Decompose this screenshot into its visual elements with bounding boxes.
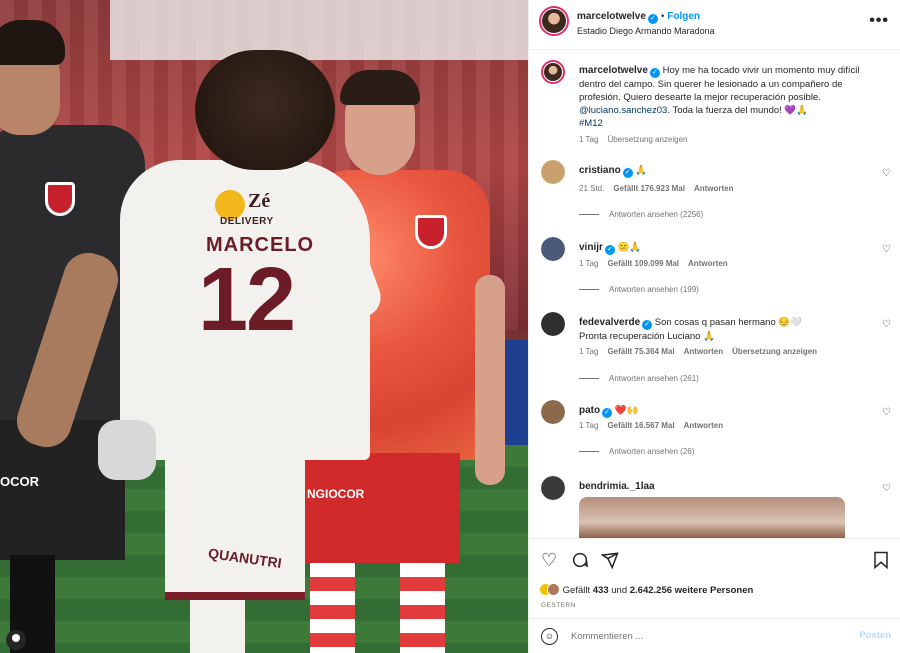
- jersey-sponsor: Zé: [248, 190, 271, 212]
- commenter-avatar[interactable]: [541, 312, 565, 336]
- verified-badge-icon: ✓: [649, 68, 660, 78]
- reply-button[interactable]: Antworten: [688, 259, 728, 268]
- translate-link[interactable]: Übersetzung anzeigen: [607, 135, 687, 144]
- caption-hashtag[interactable]: #M12: [579, 118, 603, 129]
- likes-count: 433: [592, 585, 609, 596]
- jersey-sponsor-sub: DELIVERY: [220, 216, 274, 227]
- author-username[interactable]: marcelotwelve: [577, 11, 646, 22]
- post-actions: ♡ Gefällt 433 und 2.642.256 weitere Pers…: [529, 538, 900, 618]
- commenter-avatar[interactable]: [541, 476, 565, 500]
- comment-likes[interactable]: Gefällt 176.923 Mal: [613, 184, 685, 193]
- commenter-avatar[interactable]: [541, 400, 565, 424]
- comment-age: 21 Std.: [579, 184, 605, 193]
- comment-input[interactable]: [571, 627, 831, 645]
- comment-meta: 1 Tag Gefällt 75.364 Mal Antworten Übersetz…: [579, 347, 826, 356]
- club-badge: [415, 215, 447, 249]
- post-date: GESTERN: [541, 602, 576, 609]
- likes-prefix: Gefällt: [562, 585, 593, 596]
- comment-meta: 21 Std. Gefällt 176.923 Mal Antworten: [579, 184, 743, 193]
- reply-button[interactable]: Antworten: [694, 184, 734, 193]
- caption-age: 1 Tag: [579, 135, 599, 144]
- post-side-panel: marcelotwelve ✓ • Folgen Estadio Diego Arma…: [528, 0, 900, 653]
- comment-like-icon[interactable]: ♡: [882, 407, 891, 418]
- comment-body: 🙏: [635, 165, 648, 176]
- comment-meta: 1 Tag Gefällt 109.099 Mal Antworten: [579, 259, 737, 268]
- comment-like-icon[interactable]: ♡: [882, 244, 891, 255]
- author-avatar[interactable]: [539, 6, 569, 36]
- caption-mention[interactable]: @luciano.sanchez03: [579, 105, 667, 116]
- comment-like-icon[interactable]: ♡: [882, 319, 891, 330]
- white-player-figure: Zé DELIVERY MARCELO 12 QUANUTRI: [10, 50, 387, 653]
- follow-button[interactable]: Folgen: [667, 11, 700, 22]
- emoji-icon[interactable]: ☺: [541, 628, 558, 645]
- view-replies-button[interactable]: Antworten ansehen (261): [579, 374, 699, 383]
- likes-summary[interactable]: Gefällt 433 und 2.642.256 weitere Person…: [539, 583, 753, 596]
- comment-age: 1 Tag: [579, 347, 599, 356]
- avatar-fill: [541, 160, 565, 184]
- author-avatar[interactable]: [541, 60, 565, 84]
- commenter-username[interactable]: fedevalverde: [579, 317, 640, 328]
- location-link[interactable]: Estadio Diego Armando Maradona: [577, 26, 715, 36]
- caption-username[interactable]: marcelotwelve: [579, 65, 648, 76]
- reply-button[interactable]: Antworten: [684, 347, 724, 356]
- commenter-username[interactable]: bendrimia._1laa: [579, 481, 655, 492]
- comment-age: 1 Tag: [579, 421, 599, 430]
- comment-text: bendrimia._1laa: [579, 480, 871, 493]
- comment-likes[interactable]: Gefällt 75.364 Mal: [607, 347, 674, 356]
- heart-outline-icon[interactable]: ♡: [541, 551, 557, 569]
- post-comment-button[interactable]: Posten: [859, 630, 891, 641]
- reply-button[interactable]: Antworten: [684, 421, 724, 430]
- comment-like-icon[interactable]: ♡: [882, 168, 891, 179]
- comment-composer: ☺ Posten: [529, 618, 900, 653]
- commenter-username[interactable]: pato: [579, 405, 600, 416]
- separator-dot: •: [660, 11, 665, 22]
- view-replies-button[interactable]: Antworten ansehen (199): [579, 285, 699, 294]
- verified-badge-icon: ✓: [647, 14, 658, 24]
- comment-likes[interactable]: Gefällt 16.567 Mal: [607, 421, 674, 430]
- caption-body-2: . Toda la fuerza del mundo! 💜🙏: [667, 105, 809, 116]
- caption-meta: 1 Tag Übersetzung anzeigen: [579, 135, 697, 144]
- view-replies-button[interactable]: Antworten ansehen (2256): [579, 210, 703, 219]
- red-shorts-sponsor: NGIOCOR: [307, 487, 365, 501]
- verified-badge-icon: ✓: [642, 320, 653, 330]
- likes-others[interactable]: 2.642.256 weitere Personen: [630, 585, 754, 596]
- comment-text: fedevalverde ✓ Son cosas q pasan hermano …: [579, 316, 871, 343]
- comment-image[interactable]: [579, 497, 845, 538]
- verified-badge-icon: ✓: [602, 408, 613, 418]
- black-shorts-sponsor: OCOR: [0, 474, 39, 489]
- comment-like-icon[interactable]: ♡: [882, 483, 891, 494]
- view-replies-button[interactable]: Antworten ansehen (26): [579, 447, 694, 456]
- likes-mid: und: [608, 585, 630, 596]
- commenter-username[interactable]: cristiano: [579, 165, 621, 176]
- comment-body: 😕🙏: [617, 242, 642, 253]
- bookmark-icon[interactable]: [873, 551, 889, 572]
- comment-meta: 1 Tag Gefällt 16.567 Mal Antworten: [579, 421, 732, 430]
- comment-text: pato ✓ ❤️🙌: [579, 404, 871, 418]
- comments-list[interactable]: marcelotwelve ✓ Hoy me ha tocado vivir un…: [529, 50, 900, 538]
- translate-link[interactable]: Übersetzung anzeigen: [732, 347, 817, 356]
- comment-age: 1 Tag: [579, 259, 599, 268]
- liker-avatar: [547, 583, 560, 596]
- comment-text: cristiano ✓ 🙏: [579, 164, 871, 178]
- post-photo[interactable]: Zé DELIVERY MARCELO 12 QUANUTRI OCOR NGI…: [0, 0, 528, 653]
- goalkeeper-glove: [98, 420, 156, 480]
- comment-likes[interactable]: Gefällt 109.099 Mal: [607, 259, 679, 268]
- paper-plane-icon[interactable]: [600, 551, 619, 572]
- comment-bubble-icon[interactable]: [571, 551, 589, 572]
- comment-body: ❤️🙌: [614, 405, 639, 416]
- caption-text: marcelotwelve ✓ Hoy me ha tocado vivir un…: [579, 64, 871, 130]
- tagged-user-icon[interactable]: [6, 630, 26, 650]
- jersey-number: 12: [198, 250, 296, 350]
- more-options-icon[interactable]: •••: [869, 12, 889, 30]
- commenter-avatar[interactable]: [541, 237, 565, 261]
- verified-badge-icon: ✓: [622, 168, 633, 178]
- commenter-username[interactable]: vinijr: [579, 242, 603, 253]
- post-header: marcelotwelve ✓ • Folgen Estadio Diego Arma…: [529, 0, 900, 50]
- commenter-avatar[interactable]: [541, 160, 565, 184]
- verified-badge-icon: ✓: [604, 245, 615, 255]
- comment-text: vinijr ✓ 😕🙏: [579, 241, 871, 255]
